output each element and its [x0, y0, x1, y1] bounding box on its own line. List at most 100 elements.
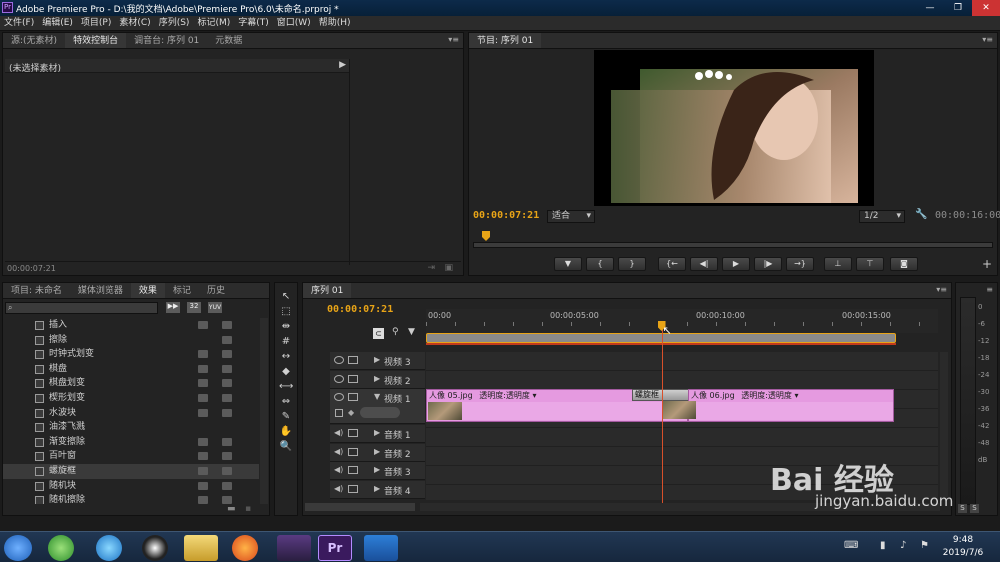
film-icon[interactable]: [348, 375, 358, 383]
browser-app-icon[interactable]: [364, 535, 398, 561]
film-icon[interactable]: [348, 356, 358, 364]
expand-arrow-icon[interactable]: ▼: [374, 392, 380, 401]
rolling-edit-tool-icon[interactable]: #: [279, 335, 293, 349]
speaker-icon[interactable]: ◀): [334, 428, 343, 437]
timeline-playhead-line[interactable]: [661, 322, 663, 504]
eye-icon[interactable]: [334, 356, 344, 364]
expand-arrow-icon[interactable]: ▶: [339, 60, 346, 70]
list-item[interactable]: 棋盘: [3, 362, 259, 377]
effects-search-input[interactable]: ⌕: [5, 302, 158, 314]
tab-history[interactable]: 历史: [199, 283, 233, 298]
ripple-edit-tool-icon[interactable]: ⇹: [279, 320, 293, 334]
slide-tool-icon[interactable]: ⇔: [279, 395, 293, 409]
fit-icon[interactable]: ▣: [444, 263, 453, 273]
time-ruler[interactable]: 00:00 00:00:05:00 00:00:10:00 00:00:15:0…: [426, 309, 938, 333]
premiere-taskbar-icon[interactable]: Pr: [318, 535, 352, 561]
program-scrubber[interactable]: [473, 227, 993, 253]
track-select-tool-icon[interactable]: ⬚: [279, 305, 293, 319]
wrench-icon[interactable]: 🔧: [915, 209, 927, 220]
step-forward-button[interactable]: |▶: [754, 257, 782, 271]
timeline-vertical-scrollbar[interactable]: [940, 352, 948, 500]
clip-portrait-06[interactable]: 人像 06.jpg 透明度:透明度 ▾: [688, 389, 894, 422]
minimize-button[interactable]: —: [916, 0, 944, 16]
sync-icon[interactable]: [348, 448, 358, 456]
list-item[interactable]: 时钟式划变: [3, 347, 259, 362]
list-item[interactable]: 棋盘划变: [3, 376, 259, 391]
expand-arrow-icon[interactable]: ▶: [374, 355, 380, 364]
razor-tool-icon[interactable]: ◆: [279, 365, 293, 379]
export-frame-button[interactable]: ◙: [890, 257, 918, 271]
menu-clip[interactable]: 素材(C): [115, 16, 154, 31]
panel-menu-icon[interactable]: ▾≡: [936, 285, 947, 294]
track-header-audio-3[interactable]: ◀) ▶ 音频 3: [330, 462, 425, 480]
track-header-video-3[interactable]: ▶ 视频 3: [330, 352, 425, 370]
add-button-icon[interactable]: +: [982, 257, 992, 271]
maximize-button[interactable]: ❐: [944, 0, 972, 16]
go-to-out-button[interactable]: →}: [786, 257, 814, 271]
slip-tool-icon[interactable]: ⟷: [279, 380, 293, 394]
menu-window[interactable]: 窗口(W): [273, 16, 315, 31]
delete-icon[interactable]: ▪: [245, 504, 251, 514]
tab-markers[interactable]: 标记: [165, 283, 199, 298]
tab-audio-mixer[interactable]: 调音台: 序列 01: [126, 33, 207, 48]
solo-right-button[interactable]: S: [970, 504, 979, 513]
film-icon[interactable]: [348, 393, 358, 401]
track-header-video-2[interactable]: ▶ 视频 2: [330, 371, 425, 389]
menu-project[interactable]: 项目(P): [77, 16, 115, 31]
program-playhead[interactable]: [482, 231, 490, 241]
rate-stretch-tool-icon[interactable]: ↔: [279, 350, 293, 364]
tab-metadata[interactable]: 元数据: [207, 33, 250, 48]
speaker-icon[interactable]: ◀): [334, 465, 343, 474]
hand-tool-icon[interactable]: ✋: [279, 425, 293, 439]
list-item-selected[interactable]: 螺旋框: [3, 463, 259, 479]
display-style-icon[interactable]: [335, 409, 343, 417]
track-header-audio-2[interactable]: ◀) ▶ 音频 2: [330, 444, 425, 462]
mark-in-button[interactable]: {: [586, 257, 614, 271]
close-button[interactable]: ✕: [972, 0, 1000, 16]
menu-edit[interactable]: 编辑(E): [38, 16, 77, 31]
expand-arrow-icon[interactable]: ▶: [374, 447, 380, 456]
expand-arrow-icon[interactable]: ▶: [374, 428, 380, 437]
eye-icon[interactable]: [334, 393, 344, 401]
list-item[interactable]: 插入: [3, 318, 259, 333]
32bit-effects-icon[interactable]: 32: [187, 302, 201, 313]
tab-effect-controls[interactable]: 特效控制台: [65, 33, 127, 48]
tab-program[interactable]: 节目: 序列 01: [469, 33, 542, 48]
keyframe-icon[interactable]: ⚲: [392, 327, 399, 337]
speaker-icon[interactable]: ◀): [334, 447, 343, 456]
step-back-button[interactable]: ◀|: [690, 257, 718, 271]
expand-arrow-icon[interactable]: ▶: [374, 484, 380, 493]
yuv-effects-icon[interactable]: YUV: [208, 302, 222, 313]
panel-menu-icon[interactable]: ▾≡: [982, 35, 993, 44]
play-button[interactable]: ▶: [722, 257, 750, 271]
speaker-icon[interactable]: ◀): [334, 484, 343, 493]
tab-project[interactable]: 项目: 未命名: [3, 283, 70, 298]
sync-icon[interactable]: [348, 485, 358, 493]
firefox-icon[interactable]: [232, 535, 258, 561]
keyframe-diamond-icon[interactable]: ◆: [348, 408, 354, 417]
sync-icon[interactable]: [348, 466, 358, 474]
network-icon[interactable]: ▮: [880, 540, 886, 551]
timeline-timecode[interactable]: 00:00:07:21: [327, 304, 393, 315]
ie-browser-icon[interactable]: [96, 535, 122, 561]
menu-marker[interactable]: 标记(M): [193, 16, 234, 31]
accelerated-effects-icon[interactable]: ▶▶: [166, 302, 180, 313]
track-header-audio-1[interactable]: ◀) ▶ 音频 1: [330, 425, 425, 443]
solo-left-button[interactable]: S: [958, 504, 967, 513]
export-icon[interactable]: ⇥: [427, 263, 435, 273]
fit-dropdown[interactable]: 适合 ▾: [547, 210, 595, 223]
go-to-in-button[interactable]: {←: [658, 257, 686, 271]
list-item[interactable]: 随机块: [3, 479, 259, 494]
menu-title[interactable]: 字幕(T): [234, 16, 273, 31]
effects-scrollbar[interactable]: [260, 318, 268, 504]
menu-sequence[interactable]: 序列(S): [155, 16, 194, 31]
lift-button[interactable]: ⊥: [824, 257, 852, 271]
qq-icon[interactable]: [142, 535, 168, 561]
list-item[interactable]: 擦除: [3, 333, 259, 348]
start-button[interactable]: [4, 535, 32, 561]
selection-tool-icon[interactable]: ↖: [279, 290, 293, 304]
panel-menu-icon[interactable]: ▾≡: [448, 35, 459, 44]
extract-button[interactable]: ⊤: [856, 257, 884, 271]
add-marker-button[interactable]: ▼: [554, 257, 582, 271]
clock[interactable]: 9:48 2019/7/6: [938, 534, 988, 560]
